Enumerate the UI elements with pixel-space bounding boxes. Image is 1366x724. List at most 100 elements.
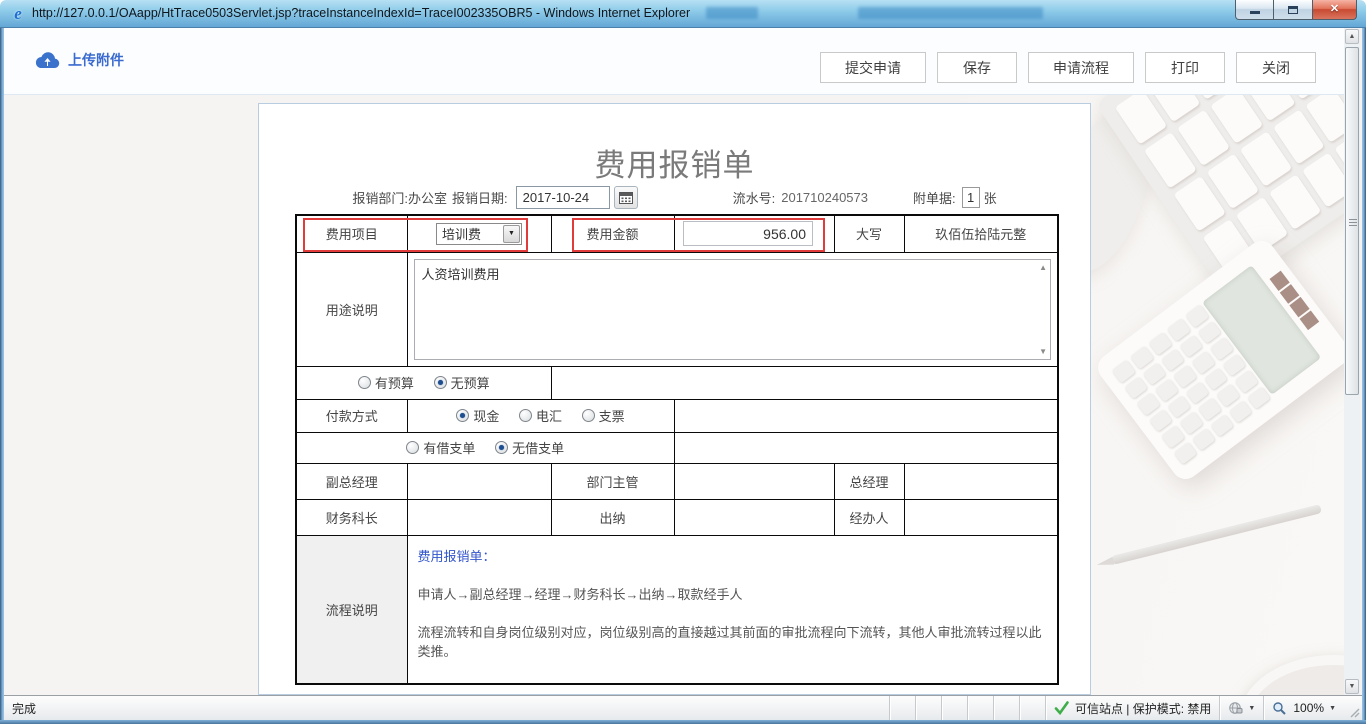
titlebar-ghost-artifact xyxy=(706,7,758,19)
amount-input[interactable] xyxy=(683,221,813,246)
zoom-button[interactable]: 100% ▼ xyxy=(1263,696,1344,720)
window-frame xyxy=(0,720,1366,724)
process-label: 流程说明 xyxy=(296,535,407,684)
purpose-textarea[interactable]: 人资培训费用 ▲ ▼ xyxy=(414,259,1052,360)
radio-icon xyxy=(582,409,595,422)
budget-radio-group: 有预算 无预算 xyxy=(296,366,551,399)
loan-empty-cell xyxy=(674,432,1058,463)
attach-count-input[interactable] xyxy=(962,187,980,208)
window-frame xyxy=(1362,28,1366,720)
maximize-icon xyxy=(1288,6,1298,14)
purpose-label: 用途说明 xyxy=(296,252,407,366)
process-flow: 申请人→副总经理→经理→财务科长→出纳→取款经手人 xyxy=(418,584,1050,603)
amount-label: 费用金额 xyxy=(551,215,674,252)
vertical-scrollbar[interactable]: ▲ ▼ xyxy=(1344,28,1360,695)
radio-no-budget[interactable]: 无预算 xyxy=(434,373,490,392)
radio-cheque[interactable]: 支票 xyxy=(582,406,625,425)
zoom-level: 100% xyxy=(1293,701,1324,715)
department-label: 报销部门:办公室 xyxy=(352,188,447,207)
serial-value: 201710240573 xyxy=(781,190,868,205)
signature-cell xyxy=(407,499,551,535)
window-frame xyxy=(0,28,4,720)
approver-label: 总经理 xyxy=(834,463,904,499)
attach-unit: 张 xyxy=(984,188,997,207)
approver-label: 出纳 xyxy=(551,499,674,535)
radio-icon xyxy=(434,376,447,389)
attach-label: 附单据: xyxy=(913,188,956,207)
calendar-icon xyxy=(619,191,633,204)
form-panel: 费用报销单 报销部门:办公室 报销日期: 流水号: 201710240573 附… xyxy=(258,103,1091,695)
submit-application-button[interactable]: 提交申请 xyxy=(820,52,926,83)
scrollbar-down-button[interactable]: ▼ xyxy=(1345,679,1359,694)
scrollbar-up-button[interactable]: ▲ xyxy=(1345,29,1359,44)
radio-wire-transfer[interactable]: 电汇 xyxy=(519,406,562,425)
photo-calculator xyxy=(1093,235,1344,484)
payment-method-label: 付款方式 xyxy=(296,399,407,432)
radio-icon xyxy=(358,376,371,389)
approver-label: 副总经理 xyxy=(296,463,407,499)
minimize-icon xyxy=(1250,11,1260,14)
date-input[interactable] xyxy=(516,186,610,209)
close-window-button[interactable]: ✕ xyxy=(1313,0,1357,20)
process-note: 流程流转和自身岗位级别对应，岗位级别高的直接越过其前面的审批流程向下流转，其他人… xyxy=(418,622,1050,660)
chevron-down-icon: ▼ xyxy=(1329,705,1336,712)
chevron-down-icon: ▼ xyxy=(1248,705,1255,712)
budget-empty-cell xyxy=(551,366,1058,399)
scroll-up-icon[interactable]: ▲ xyxy=(1039,263,1047,272)
close-icon: ✕ xyxy=(1330,4,1339,15)
radio-has-budget[interactable]: 有预算 xyxy=(358,373,414,392)
upload-attachment-label: 上传附件 xyxy=(68,50,124,70)
loan-radio-group: 有借支单 无借支单 xyxy=(296,432,674,463)
signature-cell xyxy=(407,463,551,499)
security-zone-pane: 可信站点 | 保护模式: 禁用 xyxy=(1045,696,1219,720)
close-page-button[interactable]: 关闭 xyxy=(1236,52,1316,83)
radio-no-loan-slip[interactable]: 无借支单 xyxy=(495,438,564,457)
process-description: 费用报销单： 申请人→副总经理→经理→财务科长→出纳→取款经手人 流程流转和自身… xyxy=(407,535,1058,684)
application-flow-button[interactable]: 申请流程 xyxy=(1028,52,1134,83)
chevron-down-icon: ▼ xyxy=(503,225,520,243)
radio-cash[interactable]: 现金 xyxy=(456,406,499,425)
uppercase-label: 大写 xyxy=(834,215,904,252)
protected-mode-button[interactable]: ▼ xyxy=(1219,696,1263,720)
minimize-button[interactable] xyxy=(1235,0,1274,20)
browser-window: e http://127.0.0.1/OAapp/HtTrace0503Serv… xyxy=(0,0,1366,724)
cloud-upload-icon xyxy=(34,51,60,69)
security-zone-text: 可信站点 | 保护模式: 禁用 xyxy=(1075,700,1211,717)
form-info-row: 报销部门:办公室 报销日期: 流水号: 201710240573 附单据: 张 xyxy=(259,186,1090,209)
signature-cell xyxy=(904,499,1058,535)
scrollbar-thumb[interactable] xyxy=(1345,47,1359,395)
expense-form-table: 费用项目 培训费 ▼ 费用金额 大写 玖佰伍拾陆元整 用途说明 xyxy=(295,214,1059,685)
resize-grip[interactable] xyxy=(1344,696,1362,720)
scroll-down-icon[interactable]: ▼ xyxy=(1039,347,1047,356)
radio-has-loan-slip[interactable]: 有借支单 xyxy=(406,438,475,457)
check-icon xyxy=(1054,701,1069,715)
maximize-button[interactable] xyxy=(1274,0,1313,20)
radio-icon xyxy=(406,441,419,454)
page-toolbar: 上传附件 提交申请 保存 申请流程 打印 关闭 xyxy=(4,28,1344,95)
radio-icon xyxy=(495,441,508,454)
upload-attachment-link[interactable]: 上传附件 xyxy=(34,50,124,70)
date-label: 报销日期: xyxy=(452,188,508,207)
approver-label: 部门主管 xyxy=(551,463,674,499)
toolbar-buttons: 提交申请 保存 申请流程 打印 关闭 xyxy=(820,52,1316,83)
payment-radio-group: 现金 电汇 支票 xyxy=(407,399,674,432)
photo-cup xyxy=(1239,655,1344,695)
uppercase-amount: 玖佰伍拾陆元整 xyxy=(904,215,1058,252)
titlebar-ghost-artifact xyxy=(858,7,1043,19)
radio-icon xyxy=(519,409,532,422)
signature-cell xyxy=(674,499,834,535)
page-title: 费用报销单 xyxy=(259,140,1090,185)
ie-favicon-icon: e xyxy=(9,4,27,22)
window-title: http://127.0.0.1/OAapp/HtTrace0503Servle… xyxy=(32,6,690,20)
approver-label: 财务科长 xyxy=(296,499,407,535)
window-controls: ✕ xyxy=(1235,0,1357,20)
save-button[interactable]: 保存 xyxy=(937,52,1017,83)
status-text: 完成 xyxy=(4,696,889,720)
calendar-button[interactable] xyxy=(614,186,638,209)
print-button[interactable]: 打印 xyxy=(1145,52,1225,83)
security-zone-icon xyxy=(1228,701,1243,715)
serial-label: 流水号: xyxy=(733,188,776,207)
expense-item-select[interactable]: 培训费 ▼ xyxy=(436,223,522,245)
purpose-text: 人资培训费用 xyxy=(422,267,500,282)
process-title: 费用报销单： xyxy=(418,546,1050,565)
